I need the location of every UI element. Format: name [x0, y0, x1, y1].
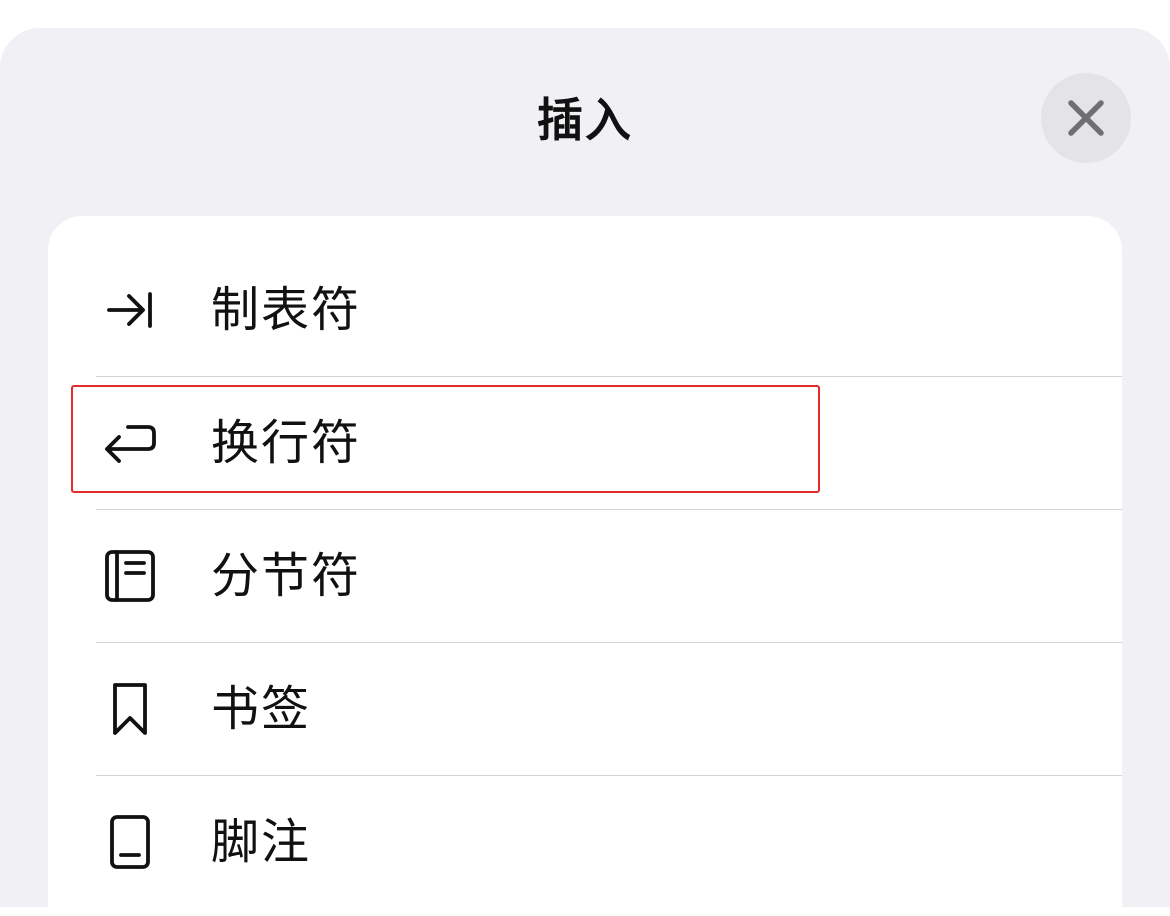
sheet-title: 插入	[537, 93, 633, 147]
menu-item-tab[interactable]: 制表符	[48, 244, 1122, 376]
insert-menu-list: 制表符 换行符 分节符 书签 脚注	[48, 216, 1122, 916]
footnote-icon	[102, 814, 158, 870]
menu-item-label: 换行符	[211, 415, 362, 471]
menu-item-label: 制表符	[211, 282, 362, 338]
menu-item-bookmark[interactable]: 书签	[48, 643, 1122, 775]
bookmark-icon	[102, 681, 158, 737]
menu-item-line-break[interactable]: 换行符	[48, 377, 1122, 509]
section-break-icon	[102, 548, 158, 604]
close-icon	[1066, 98, 1106, 138]
menu-item-label: 脚注	[211, 814, 312, 870]
menu-item-label: 书签	[211, 681, 312, 737]
menu-item-label: 分节符	[211, 548, 362, 604]
line-break-return-icon	[102, 415, 158, 471]
menu-item-footnote[interactable]: 脚注	[48, 776, 1122, 908]
menu-item-section-break[interactable]: 分节符	[48, 510, 1122, 642]
tab-arrow-icon	[102, 282, 158, 338]
close-button[interactable]	[1041, 73, 1131, 163]
